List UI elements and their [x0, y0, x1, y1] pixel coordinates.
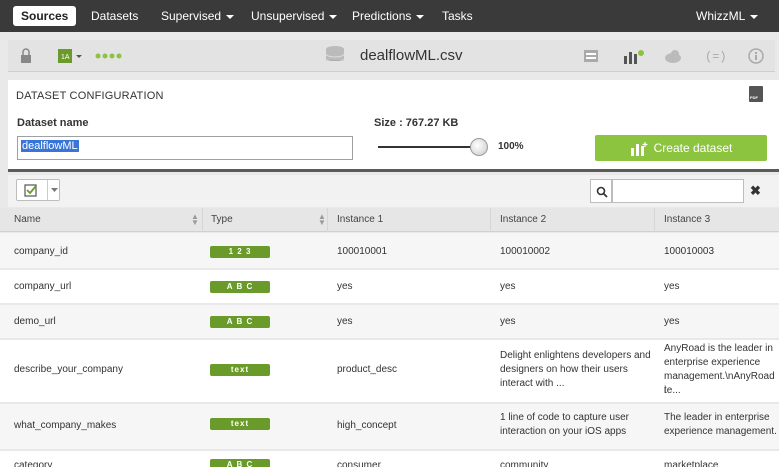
- nav-supervised[interactable]: Supervised: [161, 0, 235, 32]
- instance-1-value: consumer: [337, 460, 381, 467]
- col-instance-1: Instance 1: [337, 214, 384, 225]
- fields-table-header: Name ▲ ▼ Type ▲ ▼ Instance 1 Instance 2 In…: [0, 208, 779, 232]
- instance-3-value: yes: [664, 316, 680, 327]
- script-icon[interactable]: (=): [705, 48, 731, 64]
- field-name: category: [14, 460, 53, 467]
- select-fields-dropdown[interactable]: [16, 179, 60, 201]
- size-slider-handle[interactable]: [470, 138, 488, 156]
- table-row[interactable]: company_id 1 2 3 100010001 100010002 100…: [0, 233, 779, 269]
- size-percent: 100%: [498, 141, 524, 152]
- nav-sources[interactable]: Sources: [13, 6, 77, 26]
- source-filename: dealflowML.csv: [360, 47, 463, 64]
- instance-3-line: enterprise experience: [664, 357, 761, 368]
- instance-3-line: AnyRoad is the leader in: [664, 343, 773, 354]
- dataset-name-value: dealflowML: [21, 140, 79, 152]
- table-row[interactable]: demo_url A B C yes yes yes: [0, 305, 779, 339]
- chevron-down-icon: [51, 188, 58, 192]
- source-toolbar: 1A dealflowML.csv (=): [8, 40, 775, 72]
- field-name: what_company_makes: [14, 420, 117, 431]
- chevron-down-icon: [416, 14, 425, 19]
- type-badge: 1 2 3: [210, 246, 270, 258]
- dataset-name-label: Dataset name: [17, 117, 89, 129]
- nav-tasks[interactable]: Tasks: [442, 0, 473, 32]
- chevron-down-icon: [329, 14, 338, 19]
- instance-2-line: interact with ...: [500, 378, 565, 389]
- field-name: company_url: [14, 281, 72, 292]
- field-name: demo_url: [14, 316, 56, 327]
- instance-2-line: 1 line of code to capture user: [500, 412, 629, 423]
- nav-predictions[interactable]: Predictions: [352, 0, 425, 32]
- dots-icon: [95, 53, 122, 59]
- table-row[interactable]: company_url A B C yes yes yes: [0, 270, 779, 304]
- dataset-config-panel: DATASET CONFIGURATION Dataset name dealf…: [8, 80, 779, 172]
- lock-icon[interactable]: [20, 48, 32, 64]
- instance-2-line: designers on how their users: [500, 364, 628, 375]
- fields-filter-bar: ✖: [8, 175, 779, 207]
- col-instance-2: Instance 2: [500, 214, 547, 225]
- create-dataset-button[interactable]: Create dataset: [595, 135, 767, 161]
- instance-2-value: community: [500, 460, 549, 467]
- svg-text:1A: 1A: [61, 54, 70, 61]
- col-type[interactable]: Type: [211, 214, 233, 225]
- database-icon: [325, 46, 345, 61]
- search-input[interactable]: [612, 179, 744, 203]
- instance-1-value: 100010001: [337, 246, 388, 257]
- instance-3-value: 100010003: [664, 246, 715, 257]
- dataset-icon: [630, 141, 648, 156]
- search-icon: [596, 186, 608, 198]
- top-navbar: Sources Datasets Supervised Unsupervised…: [0, 0, 779, 32]
- instance-2-value: yes: [500, 316, 516, 327]
- instance-3-line: management.\nAnyRoad i: [664, 371, 775, 396]
- instance-2-line: Delight enlightens developers and: [500, 350, 651, 361]
- field-name: describe_your_company: [14, 364, 123, 375]
- cloud-icon[interactable]: [664, 48, 686, 64]
- col-name[interactable]: Name: [14, 214, 41, 225]
- nav-datasets[interactable]: Datasets: [91, 0, 138, 32]
- checkbox-icon: [24, 184, 37, 197]
- col-instance-3: Instance 3: [664, 214, 711, 225]
- sort-icon[interactable]: ▲ ▼: [318, 213, 326, 227]
- instance-1-value: high_concept: [337, 420, 397, 431]
- type-badge: A B C: [210, 459, 270, 467]
- create-dataset-label: Create dataset: [653, 141, 733, 155]
- dataset-icon[interactable]: [623, 48, 647, 64]
- instance-3-line: The leader in enterprise: [664, 412, 770, 423]
- instance-1-value: yes: [337, 316, 353, 327]
- table-row[interactable]: what_company_makes text high_concept 1 l…: [0, 404, 779, 450]
- type-badge: A B C: [210, 316, 270, 328]
- instance-2-value: 100010002: [500, 246, 551, 257]
- clear-search-icon[interactable]: ✖: [750, 183, 761, 199]
- instance-1-value: yes: [337, 281, 353, 292]
- instance-1-value: product_desc: [337, 364, 398, 375]
- field-name: company_id: [14, 246, 68, 257]
- instance-2-line: interaction on your iOS apps: [500, 426, 627, 437]
- type-badge: A B C: [210, 281, 270, 293]
- type-badge: text: [210, 418, 270, 430]
- nav-unsupervised[interactable]: Unsupervised: [251, 0, 338, 32]
- sort-icon[interactable]: ▲ ▼: [191, 213, 199, 227]
- info-icon[interactable]: [748, 48, 764, 64]
- search-button[interactable]: [590, 179, 612, 203]
- size-slider-track[interactable]: [378, 146, 478, 148]
- panel-title: DATASET CONFIGURATION: [16, 90, 164, 102]
- type-badge: text: [210, 364, 270, 376]
- table-row[interactable]: category A B C consumer community market…: [0, 451, 779, 467]
- configure-icon[interactable]: [583, 48, 603, 64]
- dataset-name-input[interactable]: dealflowML: [17, 136, 353, 160]
- pdf-icon[interactable]: [749, 86, 763, 102]
- size-label: Size : 767.27 KB: [374, 117, 459, 129]
- table-row[interactable]: describe_your_company text product_desc …: [0, 340, 779, 403]
- chevron-down-icon: [750, 14, 759, 19]
- instance-2-value: yes: [500, 281, 516, 292]
- instance-3-value: yes: [664, 281, 680, 292]
- instance-3-line: te...: [664, 385, 681, 396]
- svg-text:(=): (=): [705, 50, 727, 64]
- instance-3-line: experience management.: [664, 426, 777, 437]
- instance-3-value: marketplace: [664, 460, 719, 467]
- source-type-icon[interactable]: 1A: [58, 48, 84, 64]
- chevron-down-icon: [226, 14, 235, 19]
- user-menu[interactable]: WhizzML: [696, 0, 759, 32]
